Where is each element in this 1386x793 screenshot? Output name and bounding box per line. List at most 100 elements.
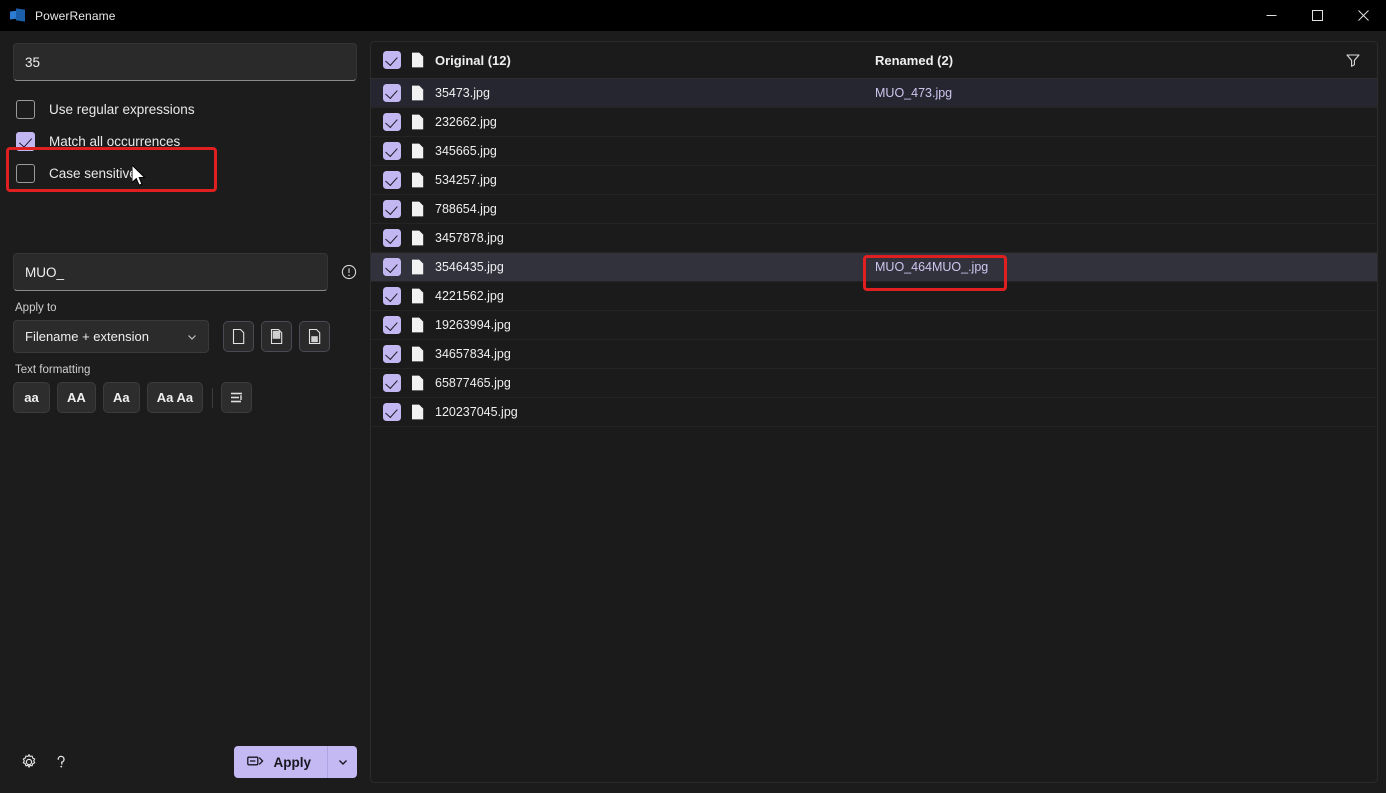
cell-original-name: 19263994.jpg: [435, 318, 511, 332]
table-row[interactable]: 65877465.jpg: [371, 369, 1377, 398]
question-mark-icon[interactable]: [45, 746, 77, 778]
row-checkbox[interactable]: [383, 142, 401, 160]
file-list: Original (12) Renamed (2) 35473.jpg MUO_4…: [370, 41, 1378, 783]
option-use-regular-expressions[interactable]: Use regular expressions: [13, 93, 357, 125]
format-lowercase-button[interactable]: aa: [13, 382, 50, 413]
apply-button-group: Apply: [234, 746, 357, 778]
file-list-rows: 35473.jpg MUO_473.jpg 232662.jpg 345665.jpg…: [371, 79, 1377, 427]
case-sensitive-checkbox[interactable]: [16, 163, 35, 183]
cell-original-name: 65877465.jpg: [435, 376, 511, 390]
row-checkbox[interactable]: [383, 258, 401, 276]
file-icon: [411, 346, 424, 362]
table-row[interactable]: 232662.jpg: [371, 108, 1377, 137]
search-input-value: 35: [25, 54, 41, 70]
table-row[interactable]: 788654.jpg: [371, 195, 1377, 224]
filter-icon[interactable]: [1345, 52, 1361, 68]
use-regular-expressions-label: Use regular expressions: [49, 101, 195, 117]
row-checkbox[interactable]: [383, 229, 401, 247]
options-panel: 35 Use regular expressions Match all occ…: [0, 31, 370, 793]
row-checkbox[interactable]: [383, 113, 401, 131]
cell-original-name: 534257.jpg: [435, 173, 497, 187]
row-checkbox[interactable]: [383, 287, 401, 305]
text-formatting-label: Text formatting: [15, 364, 91, 376]
match-all-occurrences-label: Match all occurrences: [49, 133, 181, 149]
format-uppercase-button[interactable]: AA: [57, 382, 96, 413]
table-row[interactable]: 345665.jpg: [371, 137, 1377, 166]
cell-original-name: 4221562.jpg: [435, 289, 504, 303]
cell-original-name: 35473.jpg: [435, 86, 490, 100]
table-row[interactable]: 35473.jpg MUO_473.jpg: [371, 79, 1377, 108]
apply-button-label: Apply: [273, 754, 311, 770]
file-list-header: Original (12) Renamed (2): [371, 42, 1377, 79]
row-checkbox[interactable]: [383, 345, 401, 363]
info-icon[interactable]: [341, 264, 357, 280]
format-title-case-button[interactable]: Aa Aa: [146, 382, 204, 413]
table-row[interactable]: 120237045.jpg: [371, 398, 1377, 427]
use-regular-expressions-checkbox[interactable]: [16, 99, 35, 119]
cell-original-name: 3457878.jpg: [435, 231, 504, 245]
table-row[interactable]: 4221562.jpg: [371, 282, 1377, 311]
row-checkbox[interactable]: [383, 84, 401, 102]
replace-section: MUO_ Apply to Filename + extension Text …: [13, 253, 357, 413]
apply-dropdown-button[interactable]: [327, 746, 357, 778]
file-icon: [411, 114, 424, 130]
options-checkbox-group: Use regular expressions Match all occurr…: [13, 93, 357, 189]
window-controls: [1248, 0, 1386, 31]
title-bar: PowerRename: [0, 0, 1386, 31]
row-checkbox[interactable]: [383, 316, 401, 334]
table-row[interactable]: 3457878.jpg: [371, 224, 1377, 253]
select-all-checkbox[interactable]: [383, 51, 401, 69]
cell-original-name: 3546435.jpg: [435, 260, 504, 274]
maximize-button[interactable]: [1294, 0, 1340, 31]
file-icon: [411, 230, 424, 246]
apply-to-scope-buttons: [223, 321, 330, 352]
search-input[interactable]: 35: [13, 43, 357, 81]
format-sentence-case-button[interactable]: Aa: [102, 382, 140, 413]
file-icon: [411, 259, 424, 275]
gear-icon[interactable]: [13, 746, 45, 778]
replace-input[interactable]: MUO_: [13, 253, 328, 291]
file-icon: [411, 404, 424, 420]
option-case-sensitive[interactable]: Case sensitive: [13, 157, 357, 189]
table-row[interactable]: 19263994.jpg: [371, 311, 1377, 340]
cell-original-name: 345665.jpg: [435, 144, 497, 158]
cell-original-name: 120237045.jpg: [435, 405, 518, 419]
bottom-toolbar: Apply: [0, 731, 370, 793]
window-title: PowerRename: [35, 8, 116, 23]
close-button[interactable]: [1340, 0, 1386, 31]
text-formatting-buttons: aa AA Aa Aa Aa: [13, 382, 357, 413]
mouse-pointer: [131, 163, 149, 193]
cell-renamed-name: MUO_473.jpg: [875, 86, 953, 100]
minimize-button[interactable]: [1248, 0, 1294, 31]
apply-to-filename-and-extension-icon[interactable]: [223, 321, 254, 352]
cell-original-name: 232662.jpg: [435, 115, 497, 129]
option-match-all-occurrences[interactable]: Match all occurrences: [13, 125, 357, 157]
column-header-original[interactable]: Original (12): [435, 53, 875, 68]
row-checkbox[interactable]: [383, 403, 401, 421]
table-row[interactable]: 3546435.jpg MUO_464MUO_.jpg: [371, 253, 1377, 282]
case-sensitive-label: Case sensitive: [49, 165, 137, 181]
apply-to-extension-icon[interactable]: [299, 321, 330, 352]
apply-to-filename-icon[interactable]: [261, 321, 292, 352]
row-checkbox[interactable]: [383, 374, 401, 392]
table-row[interactable]: 534257.jpg: [371, 166, 1377, 195]
apply-to-dropdown[interactable]: Filename + extension: [13, 320, 209, 353]
column-header-renamed[interactable]: Renamed (2): [875, 53, 1345, 68]
cell-original-name: 788654.jpg: [435, 202, 497, 216]
cell-original-name: 34657834.jpg: [435, 347, 511, 361]
powerrename-icon: [10, 7, 26, 24]
file-icon: [411, 172, 424, 188]
chevron-down-icon: [186, 331, 198, 343]
file-icon: [411, 52, 424, 68]
file-icon: [411, 317, 424, 333]
rename-icon: [247, 754, 265, 771]
match-all-occurrences-checkbox[interactable]: [16, 131, 35, 151]
row-checkbox[interactable]: [383, 200, 401, 218]
row-checkbox[interactable]: [383, 171, 401, 189]
table-row[interactable]: 34657834.jpg: [371, 340, 1377, 369]
apply-to-row: Filename + extension: [13, 320, 357, 353]
file-icon: [411, 375, 424, 391]
apply-to-label: Apply to: [15, 302, 57, 314]
apply-button[interactable]: Apply: [234, 746, 327, 778]
enumerate-icon[interactable]: [221, 382, 253, 413]
